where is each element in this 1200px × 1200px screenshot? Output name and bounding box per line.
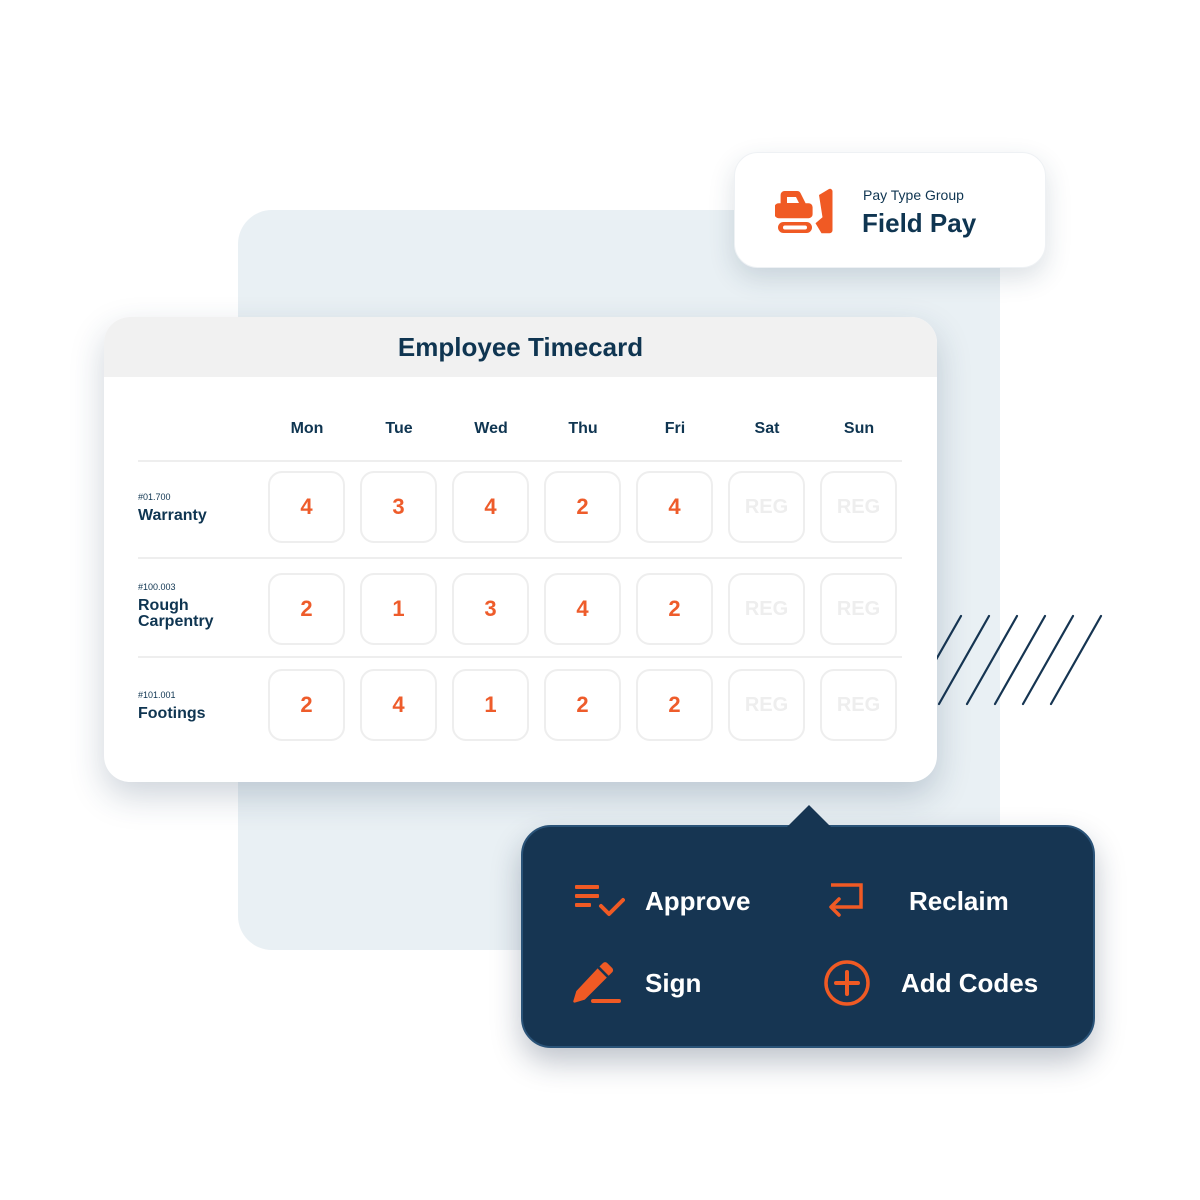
- add-codes-label: Add Codes: [901, 967, 1039, 998]
- hours-cell-sun[interactable]: REG: [820, 669, 897, 741]
- pay-type-subtitle: Pay Type Group: [863, 187, 964, 203]
- hours-cell-fri[interactable]: 4: [636, 471, 713, 543]
- day-header-thu: Thu: [568, 420, 598, 437]
- cost-code-number: #100.003: [138, 582, 176, 592]
- reclaim-button[interactable]: Reclaim: [825, 877, 1009, 925]
- reclaim-label: Reclaim: [909, 885, 1009, 916]
- cost-code-name: Warranty: [138, 507, 207, 524]
- cost-code-name: Footings: [138, 705, 206, 722]
- row-divider: [138, 460, 902, 462]
- hours-cell-thu[interactable]: 4: [544, 573, 621, 645]
- add-codes-button[interactable]: Add Codes: [823, 959, 1038, 1007]
- approve-label: Approve: [645, 885, 751, 916]
- plus-circle-icon: [823, 959, 879, 1007]
- hours-cell-tue[interactable]: 1: [360, 573, 437, 645]
- hours-cell-fri[interactable]: 2: [636, 669, 713, 741]
- list-check-icon: [573, 877, 629, 925]
- hours-cell-mon[interactable]: 4: [268, 471, 345, 543]
- hours-cell-tue[interactable]: 4: [360, 669, 437, 741]
- pencil-icon: [573, 959, 629, 1007]
- return-arrow-icon: [825, 877, 881, 925]
- day-header-sun: Sun: [843, 420, 875, 437]
- hours-cell-thu[interactable]: 2: [544, 669, 621, 741]
- pay-type-title: Field Pay: [862, 208, 977, 238]
- pay-type-group-card: Pay Type Group Field Pay: [734, 152, 1046, 268]
- hours-cell-sat[interactable]: REG: [728, 669, 805, 741]
- timecard-row-warranty: #01.700 Warranty 4 3 4 2 4 REG REG: [104, 471, 937, 545]
- cost-code-number: #01.700: [138, 492, 171, 502]
- hours-cell-sun[interactable]: REG: [820, 573, 897, 645]
- hours-cell-tue[interactable]: 3: [360, 471, 437, 543]
- timecard-row-footings: #101.001 Footings 2 4 1 2 2 REG REG: [104, 669, 937, 743]
- hours-cell-sat[interactable]: REG: [728, 573, 805, 645]
- cost-code-name: Rough Carpentry: [138, 597, 214, 630]
- cost-code-number: #101.001: [138, 690, 176, 700]
- employee-timecard: Employee Timecard Mon Tue Wed Thu Fri Sa…: [104, 317, 937, 782]
- sign-label: Sign: [645, 967, 702, 998]
- timecard-title: Employee Timecard: [104, 317, 937, 377]
- excavator-icon: [775, 188, 833, 234]
- day-header-sat: Sat: [754, 420, 780, 437]
- hours-cell-sat[interactable]: REG: [728, 471, 805, 543]
- hours-cell-fri[interactable]: 2: [636, 573, 713, 645]
- hours-cell-thu[interactable]: 2: [544, 471, 621, 543]
- day-header-wed: Wed: [474, 420, 508, 437]
- sign-button[interactable]: Sign: [573, 959, 701, 1007]
- hours-cell-mon[interactable]: 2: [268, 669, 345, 741]
- hours-cell-mon[interactable]: 2: [268, 573, 345, 645]
- actions-popover: Approve Reclaim Sign Add Codes: [521, 805, 1095, 1048]
- row-divider: [138, 656, 902, 658]
- hours-cell-wed[interactable]: 3: [452, 573, 529, 645]
- popover-arrow: [787, 805, 831, 827]
- hours-cell-wed[interactable]: 1: [452, 669, 529, 741]
- hours-cell-sun[interactable]: REG: [820, 471, 897, 543]
- row-divider: [138, 557, 902, 559]
- approve-button[interactable]: Approve: [573, 877, 750, 925]
- day-header-fri: Fri: [664, 420, 686, 437]
- hours-cell-wed[interactable]: 4: [452, 471, 529, 543]
- day-header-tue: Tue: [385, 420, 413, 437]
- timecard-row-rough-carpentry: #100.003 Rough Carpentry 2 1 3 4 2 REG R…: [104, 573, 937, 647]
- day-header-mon: Mon: [290, 420, 324, 437]
- day-header-row: Mon Tue Wed Thu Fri Sat Sun: [104, 420, 937, 444]
- decorative-stripes: [927, 614, 1103, 706]
